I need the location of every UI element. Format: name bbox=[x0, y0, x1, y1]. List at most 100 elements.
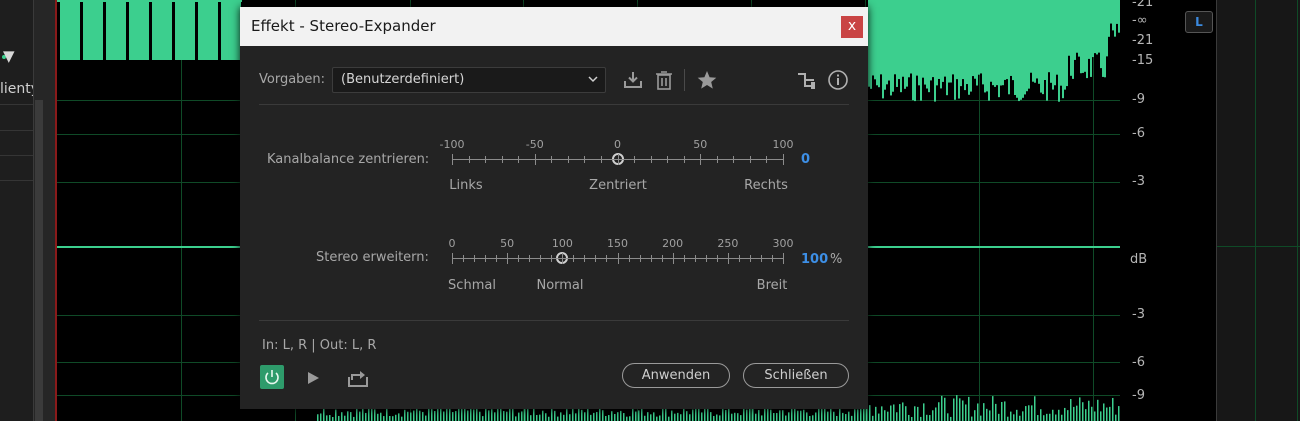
slider-tick bbox=[634, 156, 635, 163]
slider-tick bbox=[485, 255, 486, 262]
slider-tick-label: 300 bbox=[772, 237, 794, 250]
slider-tick bbox=[783, 154, 784, 165]
slider-tick bbox=[706, 255, 707, 262]
slider-tick bbox=[568, 156, 569, 163]
info-icon[interactable] bbox=[827, 69, 849, 91]
slider-tick bbox=[700, 154, 701, 165]
loop-icon[interactable] bbox=[346, 367, 370, 389]
db-tick: -∞ bbox=[1132, 13, 1148, 28]
balance-center-label: Zentriert bbox=[589, 178, 647, 193]
slider-tick bbox=[518, 156, 519, 163]
slider-tick bbox=[717, 255, 718, 262]
panel-scrollbar[interactable] bbox=[35, 100, 43, 421]
slider-tick bbox=[629, 255, 630, 262]
slider-tick bbox=[601, 156, 602, 163]
slider-tick bbox=[507, 253, 508, 264]
db-tick: -3 bbox=[1132, 307, 1145, 322]
io-channels: In: L, R | Out: L, R bbox=[262, 338, 377, 353]
slider-tick bbox=[618, 154, 619, 165]
slider-tick bbox=[463, 255, 464, 262]
dialog-titlebar[interactable]: Effekt - Stereo-Expander x bbox=[240, 7, 868, 46]
balance-label: Kanalbalance zentrieren: bbox=[267, 152, 430, 167]
slider-tick bbox=[540, 255, 541, 262]
slider-tick bbox=[673, 253, 674, 264]
channel-toggle-button[interactable]: L bbox=[1185, 11, 1213, 33]
slider-tick bbox=[535, 154, 536, 165]
list-divider bbox=[0, 130, 33, 131]
slider-tick bbox=[551, 156, 552, 163]
slider-tick bbox=[573, 255, 574, 262]
stereo-value[interactable]: 100 bbox=[801, 252, 828, 267]
db-tick: -9 bbox=[1132, 92, 1145, 107]
stereo-left-label: Schmal bbox=[448, 278, 496, 293]
slider-tick bbox=[662, 255, 663, 262]
grid-line bbox=[1217, 246, 1300, 247]
slider-tick bbox=[695, 255, 696, 262]
slider-tick bbox=[667, 156, 668, 163]
play-icon[interactable] bbox=[302, 367, 324, 389]
slider-tick bbox=[496, 255, 497, 262]
apply-button[interactable]: Anwenden bbox=[622, 363, 730, 388]
presets-value: (Benutzerdefiniert) bbox=[341, 72, 465, 87]
stereo-normal-label: Normal bbox=[536, 278, 584, 293]
db-unit: dB bbox=[1130, 252, 1148, 267]
stereo-expander-dialog: Effekt - Stereo-Expander x Vorgaben: (Be… bbox=[240, 7, 868, 409]
slider-tick bbox=[684, 255, 685, 262]
grid-line bbox=[1255, 0, 1256, 421]
star-icon[interactable] bbox=[696, 69, 718, 91]
slider-tick bbox=[584, 255, 585, 262]
slider-tick bbox=[733, 156, 734, 163]
divider bbox=[259, 320, 849, 321]
slider-tick-label: 250 bbox=[717, 237, 739, 250]
slider-tick-label: 50 bbox=[693, 138, 708, 151]
trash-icon[interactable] bbox=[653, 69, 675, 91]
slider-tick-label: 0 bbox=[614, 138, 621, 151]
divider bbox=[259, 104, 849, 105]
files-panel: ▼ lienty bbox=[0, 0, 56, 421]
column-header-label[interactable]: lienty bbox=[0, 80, 33, 98]
slider-tick bbox=[584, 156, 585, 163]
slider-tick bbox=[728, 253, 729, 264]
stereo-label: Stereo erweitern: bbox=[316, 250, 429, 265]
balance-left-label: Links bbox=[449, 178, 483, 193]
power-toggle-button[interactable] bbox=[260, 365, 284, 389]
presets-label: Vorgaben: bbox=[259, 72, 326, 87]
slider-tick bbox=[518, 255, 519, 262]
slider-tick bbox=[640, 255, 641, 262]
list-divider bbox=[0, 155, 33, 156]
db-ruler: -21 -∞ -21 -15 -9 -6 -3 dB -3 -6 -9 bbox=[1120, 0, 1216, 421]
slider-tick bbox=[606, 255, 607, 262]
grid-line bbox=[1297, 0, 1298, 421]
slider-tick bbox=[772, 255, 773, 262]
db-tick: -9 bbox=[1132, 388, 1145, 403]
presets-dropdown[interactable]: (Benutzerdefiniert) bbox=[332, 67, 606, 93]
slider-tick bbox=[502, 156, 503, 163]
db-tick: -6 bbox=[1132, 126, 1145, 141]
close-icon[interactable]: x bbox=[841, 16, 863, 38]
slider-tick bbox=[651, 156, 652, 163]
close-button[interactable]: Schließen bbox=[743, 363, 849, 388]
slider-tick-label: 200 bbox=[662, 237, 684, 250]
slider-tick bbox=[618, 253, 619, 264]
level-meter-strip bbox=[1217, 0, 1300, 421]
slider-tick bbox=[717, 156, 718, 163]
slider-tick bbox=[485, 156, 486, 163]
slider-tick bbox=[469, 156, 470, 163]
download-icon[interactable] bbox=[622, 69, 644, 91]
slider-tick-label: 0 bbox=[448, 237, 456, 250]
db-tick: -21 bbox=[1132, 0, 1154, 10]
slider-tick-label: -100 bbox=[439, 138, 465, 151]
slider-tick-label: 150 bbox=[607, 237, 628, 250]
slider-tick bbox=[529, 255, 530, 262]
balance-right-label: Rechts bbox=[744, 178, 788, 193]
filter-icon[interactable]: ▼ bbox=[3, 48, 15, 64]
stereo-unit: % bbox=[830, 252, 843, 267]
slider-tick bbox=[783, 253, 784, 264]
db-tick: -6 bbox=[1132, 355, 1145, 370]
list-divider bbox=[0, 104, 33, 105]
slider-tick-label: -50 bbox=[525, 138, 544, 151]
slider-tick bbox=[562, 253, 563, 264]
route-icon[interactable] bbox=[796, 69, 818, 91]
balance-value[interactable]: 0 bbox=[801, 152, 810, 167]
stereo-right-label: Breit bbox=[756, 278, 788, 293]
